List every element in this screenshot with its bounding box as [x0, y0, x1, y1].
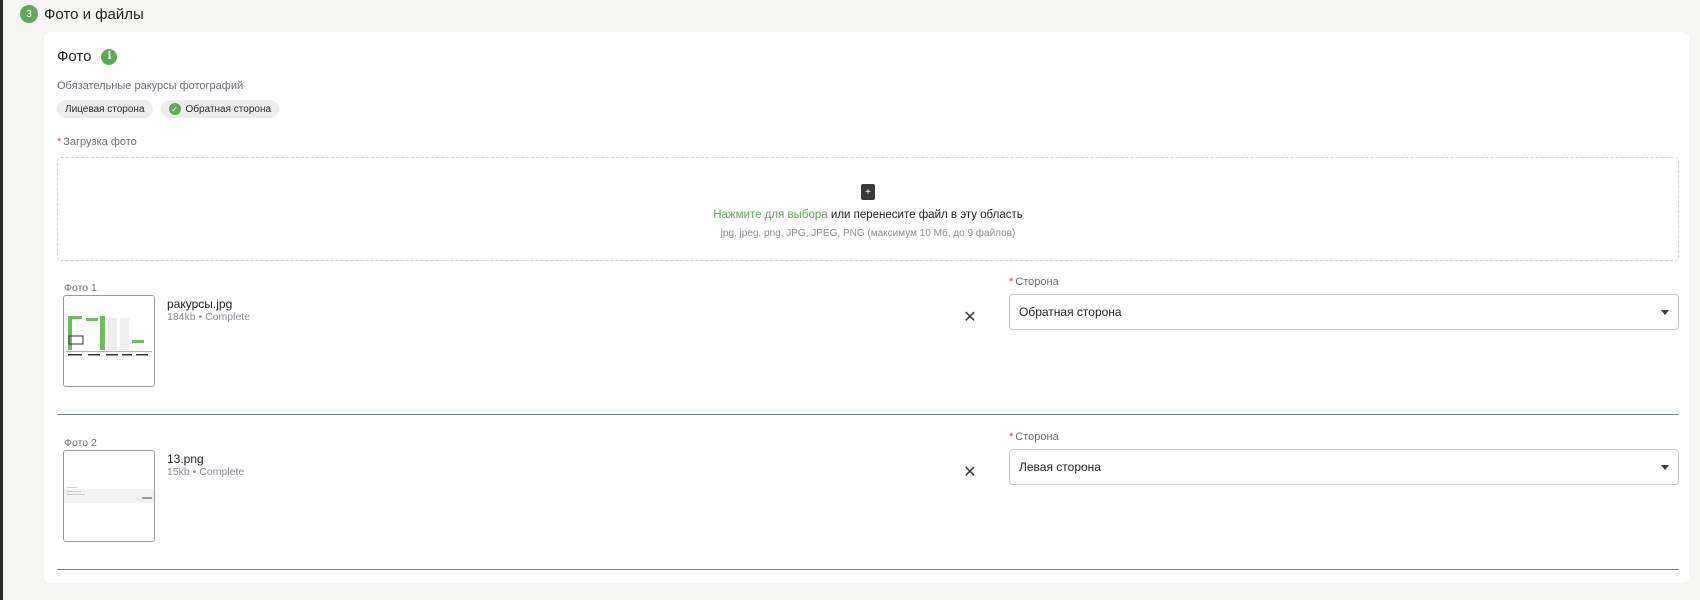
upload-label: * Загрузка фото: [57, 136, 137, 148]
photo-thumbnail[interactable]: [63, 295, 155, 387]
side-select[interactable]: Обратная сторона: [1009, 294, 1679, 330]
side-select-value: Левая сторона: [1019, 460, 1101, 474]
required-angles-label: Обязательные ракурсы фотографий: [57, 80, 244, 92]
section-title: Фото и файлы: [44, 5, 144, 23]
photo-label: Фото 2: [64, 437, 97, 449]
upload-hint: jpg, jpeg, png, JPG, JPEG, PNG (максимум…: [720, 228, 1016, 239]
step-number-icon: 3: [20, 5, 38, 23]
file-name: 13.png: [167, 452, 204, 466]
required-star: *: [57, 136, 62, 148]
thumbnail-image: [64, 451, 154, 541]
chevron-down-icon: [1661, 465, 1669, 470]
check-icon: ✓: [168, 103, 181, 115]
photo-item: Фото 2 13.png 15kb • Complete ✕ * Сторона…: [57, 431, 1679, 577]
upload-select-link[interactable]: Нажмите для выбора: [713, 209, 827, 221]
info-icon[interactable]: i: [101, 48, 118, 65]
chip-back-side: ✓ Обратная сторона: [160, 100, 280, 118]
card-title: Фото: [57, 48, 92, 65]
angle-chips: Лицевая сторона ✓ Обратная сторона: [57, 100, 280, 118]
photo-divider: [57, 414, 1679, 415]
required-star: *: [1009, 276, 1014, 288]
section-header: 3 Фото и файлы: [20, 4, 144, 24]
chip-label: Лицевая сторона: [65, 103, 145, 115]
side-select[interactable]: Левая сторона: [1009, 449, 1679, 485]
file-meta: 15kb • Complete: [167, 466, 245, 478]
side-label: * Сторона: [1009, 431, 1059, 443]
upload-drag-text: или перенесите файл в эту область: [830, 209, 1023, 221]
remove-photo-button[interactable]: ✕: [962, 310, 978, 326]
upload-instructions: Нажмите для выбора или перенесите файл в…: [58, 209, 1678, 221]
chip-label: Обратная сторона: [185, 103, 272, 115]
side-label: * Сторона: [1009, 276, 1059, 288]
required-star: *: [1009, 431, 1014, 443]
photo-thumbnail[interactable]: [63, 450, 155, 542]
file-meta: 184kb • Complete: [167, 311, 251, 323]
photo-item: Фото 1 ракурсы.jpg 184kb • Complete ✕ * …: [57, 276, 1679, 422]
upload-label-text: Загрузка фото: [63, 136, 137, 148]
photo-card: Фото i Обязательные ракурсы фотографий Л…: [44, 32, 1689, 583]
thumbnail-image: [64, 296, 154, 386]
side-label-text: Сторона: [1015, 431, 1059, 443]
upload-dropzone[interactable]: + Нажмите для выбора или перенесите файл…: [57, 157, 1679, 261]
chip-front-side: Лицевая сторона: [57, 100, 153, 118]
card-title-row: Фото i: [57, 48, 118, 65]
file-upload-icon: +: [861, 184, 875, 200]
side-label-text: Сторона: [1015, 276, 1059, 288]
photo-label: Фото 1: [64, 282, 97, 294]
chevron-down-icon: [1661, 310, 1669, 315]
photo-divider: [57, 569, 1679, 570]
remove-photo-button[interactable]: ✕: [962, 465, 978, 481]
window-edge: [0, 0, 3, 600]
file-name: ракурсы.jpg: [167, 297, 233, 311]
side-select-value: Обратная сторона: [1019, 305, 1122, 319]
